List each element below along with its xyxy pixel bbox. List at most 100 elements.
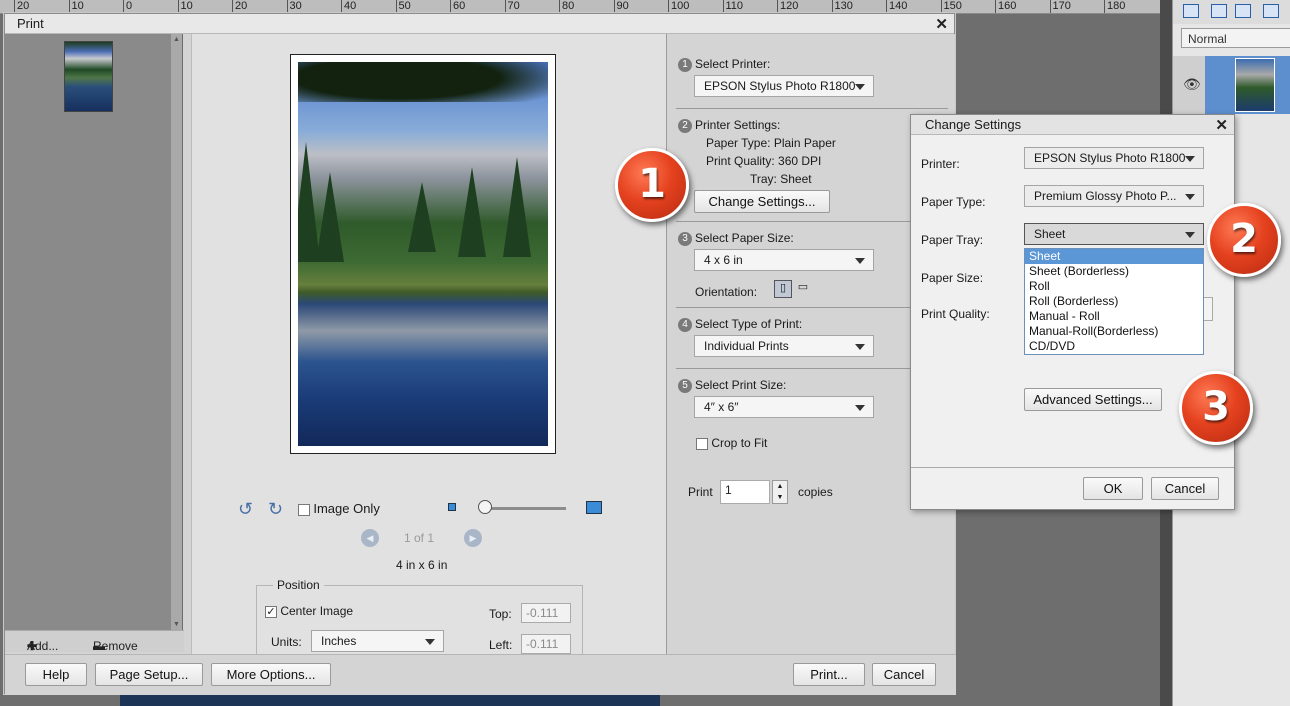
image-only-checkbox[interactable]: Image Only <box>298 501 380 516</box>
ruler-tick: 180 <box>1104 0 1125 13</box>
ruler-tick: 100 <box>668 0 689 13</box>
layers-toolbar <box>1173 0 1290 24</box>
photo-thumbnail[interactable] <box>64 41 113 112</box>
left-label: Left: <box>489 638 513 652</box>
cs-cancel-button[interactable]: Cancel <box>1151 477 1219 500</box>
tree-canopy <box>298 62 548 102</box>
paper-tray-label: Paper Tray: <box>921 233 984 247</box>
chevron-down-icon <box>855 405 865 411</box>
zoom-slider-knob[interactable] <box>478 500 492 514</box>
cancel-button[interactable]: Cancel <box>872 663 936 686</box>
tray-option[interactable]: Sheet <box>1025 249 1203 264</box>
cs-printer-select[interactable]: EPSON Stylus Photo R1800 <box>1024 147 1204 169</box>
tray-option[interactable]: CD/DVD <box>1025 339 1203 354</box>
close-icon[interactable]: ✕ <box>1215 116 1228 134</box>
ruler-tick: 110 <box>722 0 743 13</box>
print-quality-label: Print Quality: <box>921 307 990 321</box>
portrait-icon[interactable]: ▯ <box>774 280 792 298</box>
orientation-label: Orientation: <box>695 285 758 299</box>
ruler-tick: 150 <box>940 0 962 13</box>
page-setup-button[interactable]: Page Setup... <box>95 663 203 686</box>
close-icon[interactable]: ✕ <box>935 15 948 33</box>
ruler-tick: 60 <box>450 0 465 13</box>
print-size-select[interactable]: 4″ x 6″ <box>694 396 874 418</box>
left-offset-field[interactable]: -0.111 <box>521 634 571 654</box>
paper-tray-select[interactable]: Sheet <box>1024 223 1204 245</box>
more-options-button[interactable]: More Options... <box>211 663 331 686</box>
mask-icon[interactable] <box>1263 4 1279 18</box>
print-size-text: 4 in x 6 in <box>396 558 448 572</box>
tree-shape <box>458 167 486 257</box>
paper-preview <box>290 54 556 454</box>
previous-page-icon[interactable]: ◀ <box>361 529 379 547</box>
tray-option[interactable]: Roll <box>1025 279 1203 294</box>
units-select[interactable]: Inches <box>311 630 444 652</box>
duplicate-layer-icon[interactable] <box>1211 4 1227 18</box>
step-4-label: 4 Select Type of Print: <box>678 317 802 332</box>
rotate-right-icon[interactable]: ↻ <box>268 499 283 520</box>
tree-shape <box>408 182 436 252</box>
ruler-tick: 160 <box>995 0 1016 13</box>
landscape-icon[interactable]: ▭ <box>794 280 812 298</box>
copies-field[interactable]: 1 <box>720 480 770 504</box>
adjustment-layer-icon[interactable] <box>1235 4 1251 18</box>
divider <box>676 307 948 308</box>
tray-option[interactable]: Roll (Borderless) <box>1025 294 1203 309</box>
ruler-tick: 130 <box>831 0 853 13</box>
tray-option[interactable]: Sheet (Borderless) <box>1025 264 1203 279</box>
change-settings-dialog: Change Settings ✕ Printer: EPSON Stylus … <box>910 114 1235 510</box>
print-dialog-titlebar: Print ✕ <box>5 14 954 34</box>
next-page-icon[interactable]: ▶ <box>464 529 482 547</box>
units-label: Units: <box>271 635 302 649</box>
crop-to-fit-checkbox[interactable]: Crop to Fit <box>696 436 767 450</box>
top-offset-field[interactable]: -0.111 <box>521 603 571 623</box>
paper-tray-dropdown: Sheet Sheet (Borderless) Roll Roll (Bord… <box>1024 248 1204 355</box>
ruler-tick: 120 <box>777 0 798 13</box>
change-settings-titlebar: Change Settings ✕ <box>911 115 1234 135</box>
tray-option[interactable]: Manual - Roll <box>1025 309 1203 324</box>
print-preview-area: ↺ ↻ Image Only ◀ 1 of 1 ▶ 4 in x 6 in Po… <box>191 34 667 661</box>
print-button[interactable]: Print... <box>793 663 865 686</box>
center-image-checkbox[interactable]: ✓ Center Image <box>265 604 353 618</box>
ruler-tick: 140 <box>886 0 907 13</box>
chevron-down-icon <box>1185 194 1195 200</box>
ruler-tick: 90 <box>613 0 629 13</box>
chevron-down-icon <box>1185 156 1195 162</box>
ruler-tick: 50 <box>395 0 411 13</box>
eye-icon[interactable]: 👁 <box>1183 76 1201 93</box>
step-badge-1: 1 <box>615 148 689 222</box>
add-remove-bar: ✚ Add... ▬ Remove <box>5 630 184 653</box>
divider <box>676 108 948 109</box>
zoom-in-icon[interactable] <box>586 501 602 514</box>
tray-option[interactable]: Manual-Roll(Borderless) <box>1025 324 1203 339</box>
advanced-settings-button[interactable]: Advanced Settings... <box>1024 388 1162 411</box>
help-button[interactable]: Help <box>25 663 87 686</box>
change-settings-button[interactable]: Change Settings... <box>694 190 830 213</box>
print-type-select[interactable]: Individual Prints <box>694 335 874 357</box>
ruler-tick: 20 <box>232 0 247 13</box>
chevron-down-icon <box>855 84 865 90</box>
ok-button[interactable]: OK <box>1083 477 1143 500</box>
print-quality-info: Print Quality: 360 DPI <box>706 154 822 168</box>
rotate-left-icon[interactable]: ↺ <box>238 499 253 520</box>
zoom-slider-track[interactable] <box>482 507 566 510</box>
printer-label: Printer: <box>921 157 960 171</box>
paper-size-select[interactable]: 4 x 6 in <box>694 249 874 271</box>
blend-mode-select[interactable]: Normal <box>1181 28 1290 48</box>
layer-row[interactable]: 👁 <box>1173 56 1290 114</box>
chevron-down-icon <box>425 639 435 645</box>
printer-select[interactable]: EPSON Stylus Photo R1800 <box>694 75 874 97</box>
scroll-up-icon[interactable]: ▲ <box>173 36 180 43</box>
paper-type-select[interactable]: Premium Glossy Photo P... <box>1024 185 1204 207</box>
photo-preview[interactable] <box>298 62 548 446</box>
zoom-out-icon[interactable] <box>448 503 456 511</box>
dialog-title: Change Settings <box>925 117 1022 132</box>
ruler-tick: 30 <box>286 0 302 13</box>
thumbnail-scrollbar[interactable]: ▲ ▼ <box>171 34 182 630</box>
ruler-tick: 0 <box>123 0 132 13</box>
scroll-down-icon[interactable]: ▼ <box>173 621 180 628</box>
step-1-label: 1 Select Printer: <box>678 57 770 72</box>
ruler-tick: 170 <box>1049 0 1071 13</box>
copies-stepper[interactable]: ▲ ▼ <box>772 480 788 504</box>
new-layer-icon[interactable] <box>1183 4 1199 18</box>
